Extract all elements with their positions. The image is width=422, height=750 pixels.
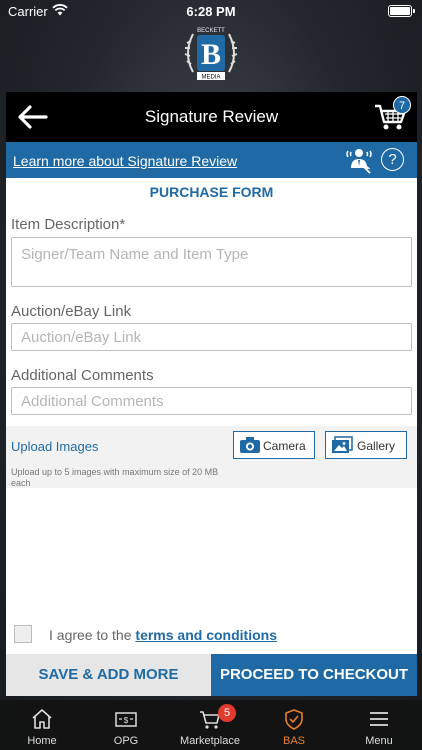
svg-text:MEDIA: MEDIA [201,75,220,81]
camera-button[interactable]: Camera [233,431,315,459]
svg-text:$: $ [124,716,129,725]
terms-link[interactable]: terms and conditions [135,627,277,643]
upload-panel: Upload Images Upload up to 5 images with… [6,426,417,488]
marketplace-badge: 5 [218,704,236,722]
svg-text:BECKETT: BECKETT [197,28,225,34]
shield-icon [285,709,303,730]
camera-label: Camera [263,439,306,453]
save-and-add-more-button[interactable]: SAVE & ADD MORE [6,654,211,696]
tab-bas-label: BAS [282,735,305,747]
tab-opg-label: OPG [113,735,139,747]
info-bar: Learn more about Signature Review ? [6,142,417,178]
comments-label: Additional Comments [11,367,154,384]
auction-link-label: Auction/eBay Link [11,303,132,320]
menu-icon [370,712,388,726]
bottom-tab-bar: Home $ OPG 5 Marketplace BAS Menu [0,700,422,750]
tab-opg[interactable]: $ OPG [84,700,168,750]
upload-images-label: Upload Images [11,439,99,454]
gallery-button[interactable]: Gallery [325,431,407,459]
signature-review-card: Signature Review 7 Learn more about Sign… [6,92,417,696]
agree-prefix: I agree to the [49,627,136,643]
proceed-to-checkout-button[interactable]: PROCEED TO CHECKOUT [211,654,417,696]
help-button[interactable]: ? [381,148,404,171]
item-description-label: Item Description* [11,216,126,233]
beckett-media-logo: BECKETT B MEDIA [184,28,238,81]
gallery-label: Gallery [357,439,396,453]
tab-home[interactable]: Home [0,700,84,750]
home-icon [32,709,52,729]
tab-menu-label: Menu [365,735,393,747]
agree-text: I agree to the terms and conditions [49,627,277,643]
tab-marketplace[interactable]: 5 Marketplace [168,700,252,750]
clock: 6:28 PM [186,4,236,19]
battery-icon [388,5,415,17]
tab-home-label: Home [27,735,57,747]
cart-count-badge: 7 [393,96,411,114]
agree-checkbox[interactable] [14,625,32,643]
tab-marketplace-label: Marketplace [180,735,240,747]
page-title: Signature Review [144,107,279,126]
gallery-icon [332,436,353,453]
price-guide-icon: $ [115,712,137,727]
learn-more-link[interactable]: Learn more about Signature Review [13,153,237,169]
upload-note: Upload up to 5 images with maximum size … [11,467,219,488]
nav-header: Signature Review 7 [6,92,417,142]
svg-text:B: B [201,38,221,71]
tab-bas[interactable]: BAS [252,700,336,750]
tab-menu[interactable]: Menu [336,700,422,750]
item-description-input[interactable]: Signer/Team Name and Item Type [11,237,412,287]
expert-icon[interactable] [344,146,374,174]
camera-icon [240,437,260,453]
auction-link-input[interactable]: Auction/eBay Link [11,323,412,351]
status-bar: Carrier 6:28 PM [0,0,422,24]
comments-input[interactable]: Additional Comments [11,387,412,415]
form-title: PURCHASE FORM [149,184,274,200]
terms-agreement-row: I agree to the terms and conditions [6,622,417,646]
